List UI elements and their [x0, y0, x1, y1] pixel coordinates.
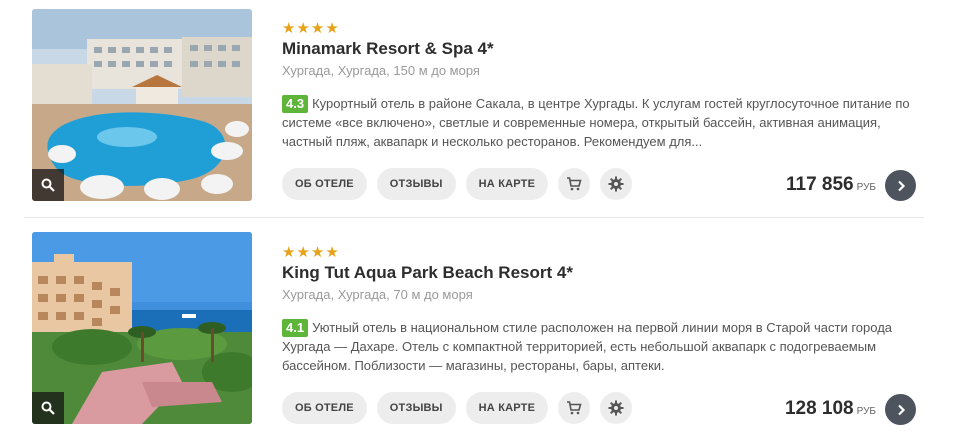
description-text: Уютный отель в национальном стиле распол…	[282, 320, 893, 373]
search-icon	[41, 401, 55, 415]
hotel-photo-image	[32, 9, 252, 201]
chevron-right-icon	[897, 404, 905, 415]
gear-icon	[608, 176, 624, 192]
price-value: 117 856	[785, 174, 854, 195]
hotel-photo[interactable]	[32, 232, 252, 424]
about-hotel-button[interactable]: ОБ ОТЕЛЕ	[282, 168, 367, 200]
rating-badge: 4.1	[282, 319, 309, 337]
description-text: Курортный отель в районе Сакала, в центр…	[282, 96, 910, 149]
hotel-photo-image	[32, 232, 252, 424]
gear-icon	[608, 400, 624, 416]
cart-icon	[567, 177, 582, 191]
settings-button[interactable]	[600, 392, 633, 424]
settings-button[interactable]	[600, 168, 633, 200]
hotel-price: 128 108 РУБ	[785, 398, 876, 420]
hotel-name[interactable]: King Tut Aqua Park Beach Resort 4*	[282, 262, 573, 284]
hotel-location: Хургада, Хургада, 70 м до моря	[282, 287, 473, 302]
rating-badge: 4.3	[282, 95, 309, 113]
hotel-description: 4.3 Курортный отель в районе Сакала, в це…	[282, 94, 912, 151]
price-currency: РУБ	[856, 182, 876, 193]
add-to-cart-button[interactable]	[558, 392, 591, 424]
zoom-photo-button[interactable]	[32, 392, 64, 424]
reviews-button[interactable]: ОТЗЫВЫ	[376, 168, 456, 200]
hotel-description: 4.1 Уютный отель в национальном стиле рас…	[282, 318, 912, 375]
hotel-location: Хургада, Хургада, 150 м до моря	[282, 63, 480, 78]
open-hotel-button[interactable]	[885, 170, 916, 201]
hotel-price: 117 856 РУБ	[786, 174, 876, 196]
hotel-card: ★★★★ King Tut Aqua Park Beach Resort 4* …	[24, 224, 924, 447]
hotel-info: ★★★★ Minamark Resort & Spa 4* Хургада, Х…	[282, 0, 924, 217]
hotel-info: ★★★★ King Tut Aqua Park Beach Resort 4* …	[282, 224, 924, 447]
price-value: 128 108	[784, 398, 854, 419]
hotel-name[interactable]: Minamark Resort & Spa 4*	[282, 38, 494, 60]
star-rating: ★★★★	[282, 19, 340, 37]
zoom-photo-button[interactable]	[32, 169, 64, 201]
open-hotel-button[interactable]	[885, 394, 916, 425]
chevron-right-icon	[897, 180, 905, 191]
hotel-actions: ОБ ОТЕЛЕ ОТЗЫВЫ НА КАРТЕ	[282, 168, 633, 200]
cart-icon	[567, 401, 582, 415]
reviews-button[interactable]: ОТЗЫВЫ	[376, 392, 456, 424]
star-rating: ★★★★	[282, 243, 340, 261]
on-map-button[interactable]: НА КАРТЕ	[465, 392, 549, 424]
about-hotel-button[interactable]: ОБ ОТЕЛЕ	[282, 392, 367, 424]
search-icon	[41, 178, 55, 192]
add-to-cart-button[interactable]	[558, 168, 591, 200]
hotel-actions: ОБ ОТЕЛЕ ОТЗЫВЫ НА КАРТЕ	[282, 392, 633, 424]
hotel-photo[interactable]	[32, 9, 252, 201]
on-map-button[interactable]: НА КАРТЕ	[465, 168, 549, 200]
hotel-card: ★★★★ Minamark Resort & Spa 4* Хургада, Х…	[24, 0, 924, 218]
price-currency: РУБ	[856, 406, 876, 417]
